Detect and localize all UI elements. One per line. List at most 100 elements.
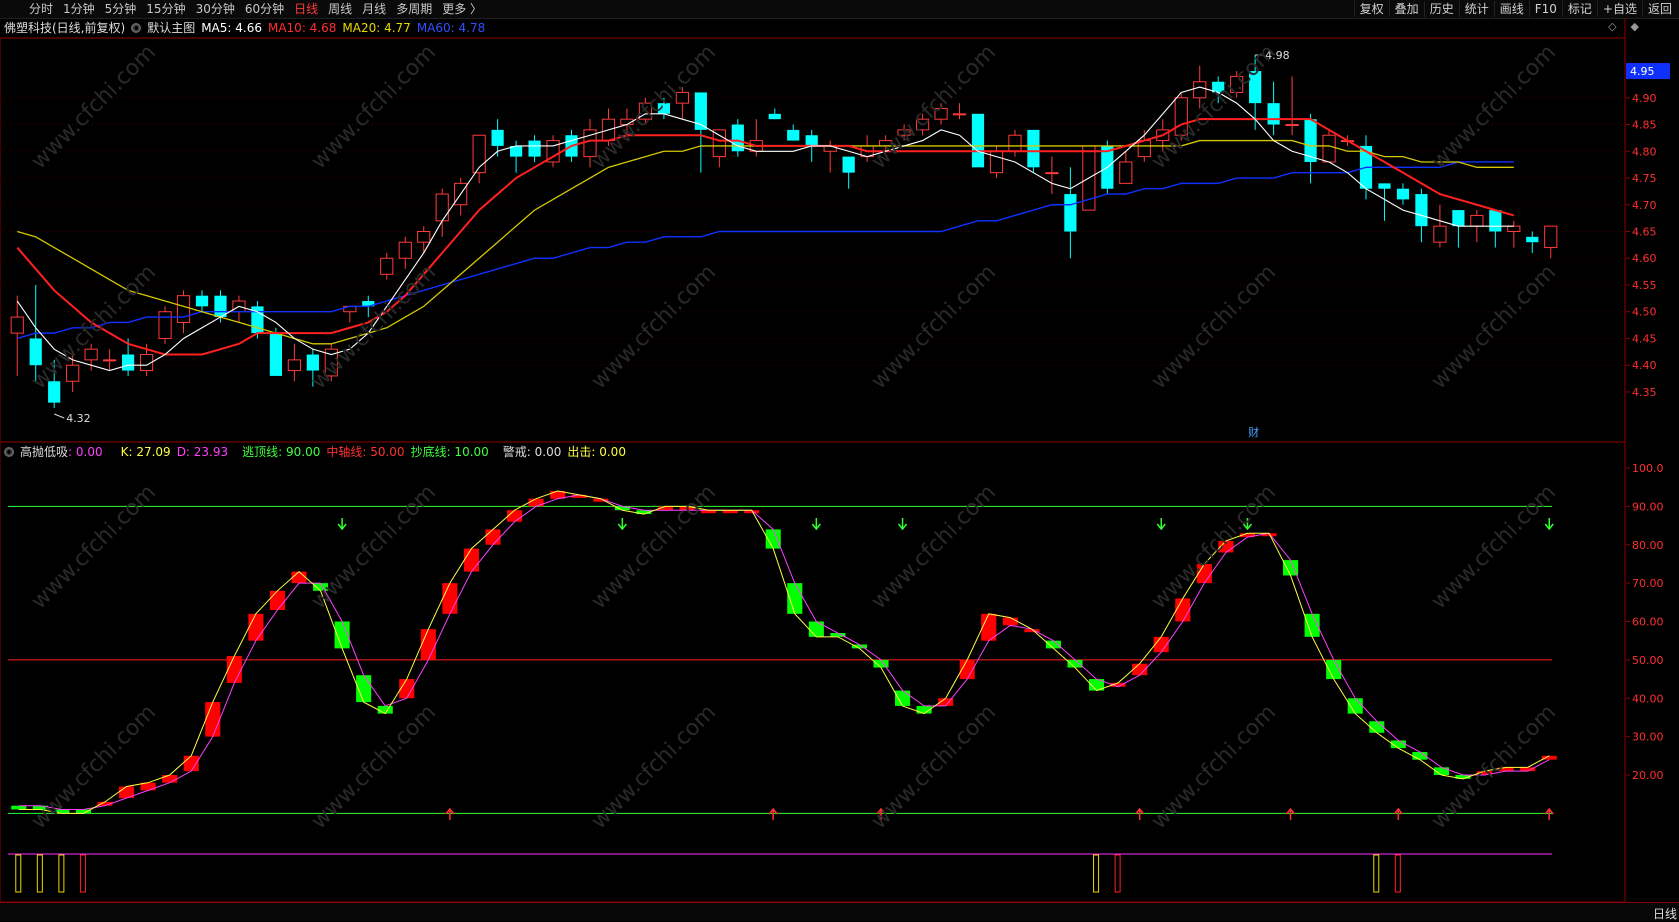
sub-tick-label: 60.00 <box>1632 616 1664 629</box>
candle-down <box>971 113 985 168</box>
kd-bar <box>1067 659 1083 668</box>
sub-tick-label: 80.00 <box>1632 539 1664 552</box>
candle-up <box>398 241 412 259</box>
price-tick-label: 4.35 <box>1632 386 1657 399</box>
candle-down <box>491 129 504 146</box>
timeline-bar: 日线 <box>0 902 1679 921</box>
sub-panel-frame <box>0 441 1626 903</box>
warn-signal-bar <box>1373 854 1380 893</box>
buy-arrow <box>1285 807 1296 820</box>
watermark-text: www.cfchi.com <box>1427 700 1561 834</box>
candle-up <box>1285 124 1299 127</box>
watermark-text: www.cfchi.com <box>1427 480 1561 614</box>
candle-down <box>787 129 800 141</box>
kd-bar <box>291 571 307 584</box>
candle-down <box>1415 194 1428 227</box>
kd-bar <box>11 805 27 810</box>
sub-tick-label: 50.00 <box>1632 654 1664 667</box>
candle-down <box>195 295 209 307</box>
candle-up <box>989 150 1004 174</box>
price-tick-label: 4.65 <box>1632 226 1657 239</box>
low-price-label: 4.32 <box>66 412 91 425</box>
kd-bar <box>377 705 393 714</box>
candle-down <box>1526 236 1539 243</box>
price-tick-label: 4.90 <box>1632 92 1657 105</box>
candle-down <box>1452 210 1465 227</box>
buy-arrow <box>1393 807 1403 820</box>
kd-bar <box>162 775 178 783</box>
candle-up <box>1119 161 1133 184</box>
period-button[interactable]: 日线 <box>1653 905 1677 922</box>
candle-up <box>1008 134 1022 152</box>
kd-bar <box>485 529 501 545</box>
strike-signal-bar <box>1394 854 1401 893</box>
warn-signal-bar <box>1093 854 1100 893</box>
price-tick-label: 4.55 <box>1632 279 1657 292</box>
candle-down <box>528 140 541 157</box>
candle-up <box>1507 225 1521 233</box>
ma20-line <box>17 139 1514 345</box>
candle-up <box>712 129 726 158</box>
watermark-text: www.cfchi.com <box>307 480 441 614</box>
price-tick-label: 4.40 <box>1632 359 1657 372</box>
watermark-text: www.cfchi.com <box>27 480 161 614</box>
stock-chart[interactable]: 4.95 4.90 4.85 4.80 4.75 4.70 4.65 4.60 4.55 4.50… <box>0 0 1679 920</box>
kd-bar <box>463 548 479 572</box>
candle-down <box>768 113 781 120</box>
sell-arrow <box>337 518 347 531</box>
watermark-text: www.cfchi.com <box>27 700 161 834</box>
sub-tick-label: 100.0 <box>1632 462 1664 475</box>
candle-down <box>805 135 818 146</box>
watermark-text: www.cfchi.com <box>1427 40 1561 174</box>
candle-up <box>1470 214 1484 227</box>
price-tick-label: 4.45 <box>1632 332 1657 345</box>
sell-arrow <box>1156 518 1166 531</box>
sell-arrow <box>617 518 627 531</box>
candle-down <box>1027 129 1040 168</box>
candle-up <box>380 257 394 275</box>
candle-up <box>952 113 967 116</box>
k-line <box>18 490 1550 814</box>
price-tag: 4.95 <box>1630 65 1655 78</box>
candle-up <box>287 359 301 372</box>
candle-down <box>1396 188 1410 200</box>
strike-signal-bar <box>79 854 86 893</box>
sub-tick-label: 40.00 <box>1632 692 1664 705</box>
candle-down <box>1064 194 1077 232</box>
candle-down <box>842 156 855 173</box>
candle-down <box>214 295 227 318</box>
warn-signal-bar <box>58 854 65 893</box>
kd-bar <box>269 590 285 610</box>
watermark-text: www.cfchi.com <box>307 700 441 834</box>
watermark-text: www.cfchi.com <box>867 700 1001 834</box>
candle-down <box>121 354 135 371</box>
kd-bar <box>895 690 911 706</box>
main-panel-frame <box>0 37 1626 443</box>
candle-up <box>158 311 172 339</box>
watermark-text: www.cfchi.com <box>307 40 441 174</box>
price-tick-label: 4.60 <box>1632 252 1657 265</box>
price-tick-label: 4.85 <box>1632 119 1657 132</box>
watermark-text: www.cfchi.com <box>867 260 1001 394</box>
candle-up <box>103 359 117 362</box>
watermark-text: www.cfchi.com <box>1147 700 1281 834</box>
kd-bar <box>442 583 458 614</box>
kd-bar <box>873 659 889 668</box>
price-tick-label: 4.70 <box>1632 199 1657 212</box>
watermark-text: www.cfchi.com <box>587 260 721 394</box>
strike-signal-bar <box>1114 854 1121 893</box>
kd-bar <box>528 498 544 507</box>
low-pointer <box>54 413 65 419</box>
candle-up <box>1193 81 1207 99</box>
watermark-text: www.cfchi.com <box>867 480 1001 614</box>
price-tick-label: 4.50 <box>1632 306 1657 319</box>
candle-up <box>417 231 431 243</box>
sell-arrow <box>811 518 821 531</box>
watermark-text: www.cfchi.com <box>1147 480 1281 614</box>
kd-bar <box>1369 721 1385 733</box>
watermark-text: www.cfchi.com <box>1427 260 1561 394</box>
candle-down <box>29 338 42 366</box>
ma5-line <box>16 86 1514 372</box>
candle-up <box>1433 225 1447 243</box>
candle-up <box>10 316 24 334</box>
